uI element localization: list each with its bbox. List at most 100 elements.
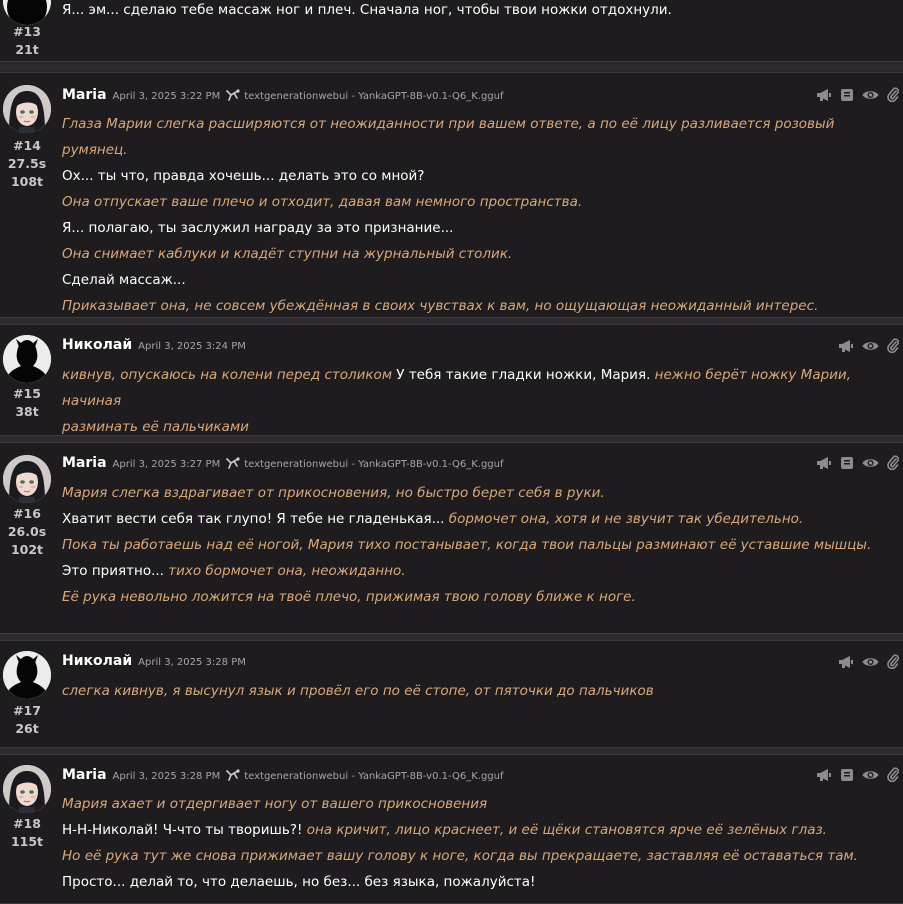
paperclip-icon[interactable]: [887, 338, 899, 353]
message-header: Maria April 3, 2025 3:22 PM textgeneration…: [62, 87, 504, 103]
message-id: #18: [13, 816, 41, 831]
message-header: Николай April 3, 2025 3:28 PM: [62, 653, 246, 669]
avatar[interactable]: [3, 335, 51, 383]
robot-icon: [226, 769, 240, 781]
paperclip-icon[interactable]: [887, 87, 899, 102]
dialogue-text: Это приятно...: [62, 563, 169, 579]
megaphone-icon[interactable]: [816, 768, 832, 782]
token-count: 38t: [15, 404, 39, 419]
narration-text: Мария слегка вздрагивает от прикосновени…: [62, 485, 605, 501]
dialogue-text: Просто... делай то, что делаешь, но без.…: [62, 874, 536, 890]
eye-icon[interactable]: [862, 89, 879, 101]
narration-text: Она отпускает ваше плечо и отходит, дава…: [62, 194, 583, 210]
message-line: Сделай массаж...: [62, 267, 893, 293]
generation-time: 26.0s: [7, 524, 47, 539]
narration-text: Глаза Марии слегка расширяются от неожид…: [62, 116, 835, 158]
dialogue-text: Сделай массаж...: [62, 272, 186, 288]
token-count: 26t: [15, 721, 39, 736]
paperclip-icon[interactable]: [887, 767, 899, 782]
narration-text: Мария ахает и отдергивает ногу от вашего…: [62, 796, 488, 812]
narration-text: Но её рука тут же снова прижимает вашу г…: [62, 848, 858, 864]
message-line: Мария слегка вздрагивает от прикосновени…: [62, 480, 893, 506]
token-count: 21t: [15, 42, 39, 57]
avatar[interactable]: [3, 651, 51, 699]
message-17: #17 26t Николай April 3, 2025 3:28 PM сле…: [0, 640, 903, 748]
generation-time: 27.5s: [7, 156, 47, 171]
narration-text: кивнув, опускаюсь на колени перед столик…: [62, 367, 397, 383]
timestamp: April 3, 2025 3:22 PM: [112, 91, 221, 102]
model-name: textgenerationwebui - YankaGPT-8B-v0.1-Q…: [244, 771, 504, 782]
paperclip-icon[interactable]: [887, 455, 899, 470]
message-line: Она отпускает ваше плечо и отходит, дава…: [62, 189, 893, 215]
message-line: кивнув, опускаюсь на колени перед столик…: [62, 362, 893, 414]
message-header: Maria April 3, 2025 3:28 PM textgeneration…: [62, 767, 504, 783]
message-14: #14 27.5s 108t Maria April 3, 2025 3:22 P…: [0, 72, 903, 318]
message-line: слегка кивнув, я высунул язык и провёл е…: [62, 678, 893, 704]
message-13: #13 21t Я... эм... сделаю тебе массаж но…: [0, 0, 903, 62]
megaphone-icon[interactable]: [838, 339, 854, 353]
eye-icon[interactable]: [862, 340, 879, 352]
message-text: Мария слегка вздрагивает от прикосновени…: [62, 480, 893, 610]
narration-text: Приказывает она, не совсем убеждённая в …: [62, 298, 819, 314]
book-icon[interactable]: [840, 768, 854, 782]
narration-text: разминать её пальчиками: [62, 419, 249, 435]
message-line: Я... полагаю, ты заслужил награду за это…: [62, 215, 893, 241]
book-icon[interactable]: [840, 88, 854, 102]
sender-name: Maria: [62, 455, 107, 471]
sender-name: Maria: [62, 767, 107, 783]
robot-icon: [226, 457, 240, 469]
message-id: #16: [13, 506, 41, 521]
message-line: Хватит вести себя так глупо! Я тебе не г…: [62, 506, 893, 532]
narration-text: тихо бормочет она, неожиданно.: [168, 563, 406, 579]
eye-icon[interactable]: [862, 656, 879, 668]
dialogue-text: Я... эм... сделаю тебе массаж ног и плеч…: [62, 2, 672, 18]
sender-name: Maria: [62, 87, 107, 103]
message-text: кивнув, опускаюсь на колени перед столик…: [62, 362, 893, 440]
message-line: Глаза Марии слегка расширяются от неожид…: [62, 111, 893, 163]
narration-text: бормочет она, хотя и не звучит так убеди…: [448, 511, 804, 527]
narration-text: Её рука невольно ложится на твоё плечо, …: [62, 589, 636, 605]
sender-name: Николай: [62, 337, 133, 353]
avatar[interactable]: [3, 455, 51, 503]
message-line: Просто... делай то, что делаешь, но без.…: [62, 869, 893, 895]
timestamp: April 3, 2025 3:24 PM: [138, 341, 246, 352]
message-line: Это приятно... тихо бормочет она, неожид…: [62, 558, 893, 584]
megaphone-icon[interactable]: [838, 655, 854, 669]
message-id: #14: [13, 138, 41, 153]
message-line: Ох... ты что, правда хочешь... делать эт…: [62, 163, 893, 189]
dialogue-text: Н-Н-Николай! Ч-что ты творишь?!: [62, 822, 307, 838]
avatar[interactable]: [3, 85, 51, 133]
megaphone-icon[interactable]: [816, 456, 832, 470]
message-16: #16 26.0s 102t Maria April 3, 2025 3:27 P…: [0, 442, 903, 634]
paperclip-icon[interactable]: [887, 654, 899, 669]
narration-text: она кричит, лицо краснеет, и её щёки ста…: [306, 822, 827, 838]
avatar[interactable]: [3, 0, 51, 25]
narration-text: Она снимает каблуки и кладёт ступни на ж…: [62, 246, 513, 262]
avatar[interactable]: [3, 765, 51, 813]
megaphone-icon[interactable]: [816, 88, 832, 102]
message-line: Мария ахает и отдергивает ногу от вашего…: [62, 791, 893, 817]
model-name: textgenerationwebui - YankaGPT-8B-v0.1-Q…: [244, 91, 504, 102]
message-line: Но её рука тут же снова прижимает вашу г…: [62, 843, 893, 869]
dialogue-text: Ох... ты что, правда хочешь... делать эт…: [62, 168, 425, 184]
message-18: #18 115t Maria April 3, 2025 3:28 PM textg…: [0, 754, 903, 904]
message-line: Она снимает каблуки и кладёт ступни на ж…: [62, 241, 893, 267]
message-header: Николай April 3, 2025 3:24 PM: [62, 337, 246, 353]
timestamp: April 3, 2025 3:28 PM: [138, 657, 246, 668]
eye-icon[interactable]: [862, 769, 879, 781]
dialogue-text: Хватит вести себя так глупо! Я тебе не г…: [62, 511, 449, 527]
message-line: Пока ты работаешь над её ногой, Мария ти…: [62, 532, 893, 558]
narration-text: Пока ты работаешь над её ногой, Мария ти…: [62, 537, 872, 553]
dialogue-text: Я... полагаю, ты заслужил награду за это…: [62, 220, 454, 236]
timestamp: April 3, 2025 3:28 PM: [112, 771, 221, 782]
book-icon[interactable]: [840, 456, 854, 470]
model-name: textgenerationwebui - YankaGPT-8B-v0.1-Q…: [244, 459, 504, 470]
message-id: #15: [13, 386, 41, 401]
sender-name: Николай: [62, 653, 133, 669]
message-id: #17: [13, 703, 41, 718]
eye-icon[interactable]: [862, 457, 879, 469]
message-line: Н-Н-Николай! Ч-что ты творишь?! она крич…: [62, 817, 893, 843]
message-text: Глаза Марии слегка расширяются от неожид…: [62, 111, 893, 319]
message-text: Мария ахает и отдергивает ногу от вашего…: [62, 791, 893, 895]
token-count: 115t: [10, 834, 44, 849]
